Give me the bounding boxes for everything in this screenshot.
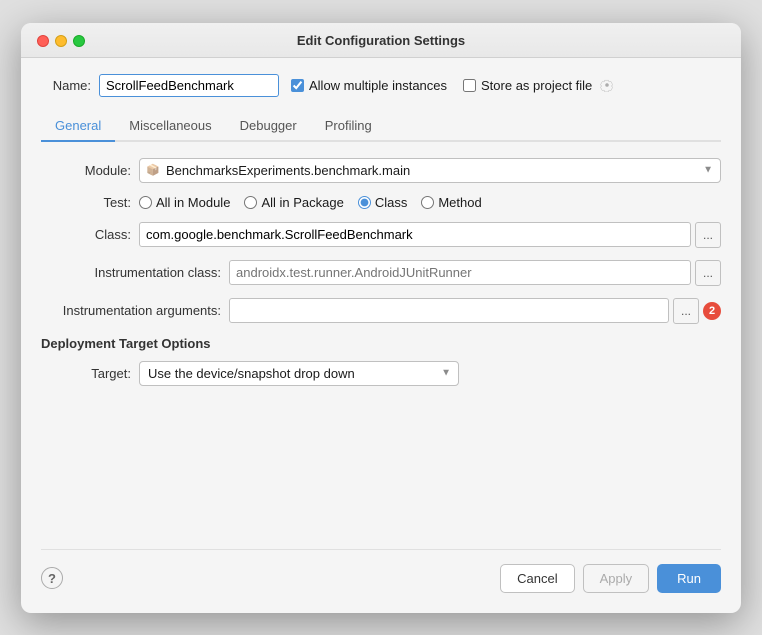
test-row: Test: All in Module All in Package Class — [41, 195, 721, 210]
instrumentation-args-label: Instrumentation arguments: — [41, 303, 221, 318]
radio-method-input[interactable] — [421, 196, 434, 209]
allow-multiple-instances-input[interactable] — [291, 79, 304, 92]
title-bar: Edit Configuration Settings — [21, 23, 741, 58]
store-as-project-file-input[interactable] — [463, 79, 476, 92]
class-row: Class: ... — [41, 222, 721, 248]
gear-icon — [600, 78, 614, 92]
target-row: Target: Use the device/snapshot drop dow… — [41, 361, 721, 386]
deployment-section-header: Deployment Target Options — [41, 336, 721, 351]
name-row: Name: Allow multiple instances Store as … — [41, 74, 721, 97]
class-input[interactable] — [139, 222, 691, 247]
radio-method[interactable]: Method — [421, 195, 481, 210]
instrumentation-class-row: Instrumentation class: ... — [41, 260, 721, 286]
target-label: Target: — [41, 366, 131, 381]
instrumentation-args-badge: 2 — [703, 302, 721, 320]
close-button[interactable] — [37, 35, 49, 47]
instrumentation-class-ellipsis-button[interactable]: ... — [695, 260, 721, 286]
module-select[interactable]: BenchmarksExperiments.benchmark.main — [139, 158, 721, 183]
module-row: Module: 📦 BenchmarksExperiments.benchmar… — [41, 158, 721, 183]
instrumentation-class-label: Instrumentation class: — [41, 265, 221, 280]
tab-miscellaneous[interactable]: Miscellaneous — [115, 111, 225, 140]
radio-class-input[interactable] — [358, 196, 371, 209]
window-body: Name: Allow multiple instances Store as … — [21, 58, 741, 613]
footer: ? Cancel Apply Run — [41, 549, 721, 597]
main-window: Edit Configuration Settings Name: Allow … — [21, 23, 741, 613]
module-icon: 📦 — [146, 164, 160, 177]
footer-buttons: Cancel Apply Run — [500, 564, 721, 593]
instrumentation-class-input[interactable] — [229, 260, 691, 285]
radio-all-in-package-input[interactable] — [244, 196, 257, 209]
tab-debugger[interactable]: Debugger — [226, 111, 311, 140]
window-title: Edit Configuration Settings — [297, 33, 465, 48]
help-button[interactable]: ? — [41, 567, 63, 589]
allow-multiple-instances-label: Allow multiple instances — [309, 78, 447, 93]
cancel-button[interactable]: Cancel — [500, 564, 574, 593]
radio-class[interactable]: Class — [358, 195, 408, 210]
tabs: General Miscellaneous Debugger Profiling — [41, 111, 721, 142]
module-label: Module: — [41, 163, 131, 178]
store-as-project-file-label: Store as project file — [481, 78, 592, 93]
instrumentation-args-input-group: ... 2 — [229, 298, 721, 324]
radio-all-in-package[interactable]: All in Package — [244, 195, 343, 210]
instrumentation-args-input[interactable] — [229, 298, 669, 323]
class-label: Class: — [41, 227, 131, 242]
store-as-project-file-checkbox[interactable]: Store as project file — [463, 78, 614, 93]
checkbox-group: Allow multiple instances Store as projec… — [291, 78, 614, 93]
maximize-button[interactable] — [73, 35, 85, 47]
test-label: Test: — [41, 195, 131, 210]
traffic-lights — [37, 35, 85, 47]
run-button[interactable]: Run — [657, 564, 721, 593]
class-input-group: ... — [139, 222, 721, 248]
allow-multiple-instances-checkbox[interactable]: Allow multiple instances — [291, 78, 447, 93]
minimize-button[interactable] — [55, 35, 67, 47]
radio-group: All in Module All in Package Class Metho… — [139, 195, 482, 210]
module-select-wrapper: 📦 BenchmarksExperiments.benchmark.main ▼ — [139, 158, 721, 183]
target-select[interactable]: Use the device/snapshot drop down — [139, 361, 459, 386]
tab-profiling[interactable]: Profiling — [311, 111, 386, 140]
apply-button[interactable]: Apply — [583, 564, 650, 593]
tab-general[interactable]: General — [41, 111, 115, 140]
name-label: Name: — [41, 78, 91, 93]
radio-all-in-module[interactable]: All in Module — [139, 195, 230, 210]
name-input[interactable] — [99, 74, 279, 97]
radio-all-in-module-input[interactable] — [139, 196, 152, 209]
form-section: Module: 📦 BenchmarksExperiments.benchmar… — [41, 158, 721, 549]
instrumentation-class-input-group: ... — [229, 260, 721, 286]
target-select-wrapper: Use the device/snapshot drop down ▼ — [139, 361, 459, 386]
instrumentation-args-ellipsis-button[interactable]: ... — [673, 298, 699, 324]
instrumentation-args-row: Instrumentation arguments: ... 2 — [41, 298, 721, 324]
class-ellipsis-button[interactable]: ... — [695, 222, 721, 248]
